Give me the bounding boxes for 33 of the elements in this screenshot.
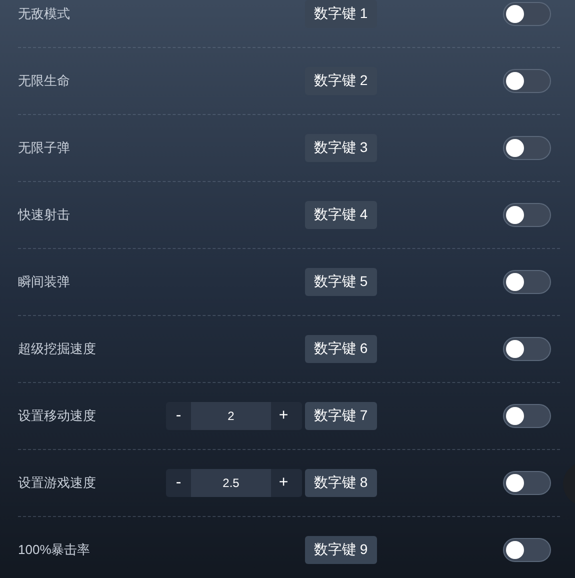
hotkey-badge: 数字键 9 xyxy=(305,536,377,564)
cheat-label: 设置移动速度 xyxy=(18,407,97,425)
cheat-label: 超级挖掘速度 xyxy=(18,340,97,358)
cheat-label: 无限生命 xyxy=(18,72,71,90)
toggle-switch[interactable] xyxy=(503,203,551,227)
decrement-button[interactable]: - xyxy=(166,402,191,430)
increment-button[interactable]: + xyxy=(271,469,296,497)
cheat-label: 快速射击 xyxy=(18,206,71,224)
decrement-button[interactable]: - xyxy=(166,469,191,497)
hotkey-badge: 数字键 2 xyxy=(305,67,377,95)
value-field[interactable]: 2.5 xyxy=(191,469,271,497)
cheat-label: 设置游戏速度 xyxy=(18,474,97,492)
toggle-switch[interactable] xyxy=(503,538,551,562)
toggle-switch[interactable] xyxy=(503,270,551,294)
hotkey-badge: 数字键 3 xyxy=(305,134,377,162)
cheat-label: 无敌模式 xyxy=(18,5,71,23)
cheat-label: 瞬间装弹 xyxy=(18,273,71,291)
hotkey-badge: 数字键 6 xyxy=(305,335,377,363)
cheat-label: 无限子弹 xyxy=(18,139,71,157)
value-field[interactable]: 2 xyxy=(191,402,271,430)
toggle-switch[interactable] xyxy=(503,2,551,26)
hotkey-badge: 数字键 1 xyxy=(305,0,377,28)
hotkey-badge: 数字键 8 xyxy=(305,469,377,497)
toggle-switch[interactable] xyxy=(503,69,551,93)
toggle-switch[interactable] xyxy=(503,471,551,495)
hotkey-badge: 数字键 4 xyxy=(305,201,377,229)
toggle-switch[interactable] xyxy=(503,337,551,361)
hotkey-badge: 数字键 5 xyxy=(305,268,377,296)
toggle-switch[interactable] xyxy=(503,404,551,428)
toggle-switch[interactable] xyxy=(503,136,551,160)
hotkey-badge: 数字键 7 xyxy=(305,402,377,430)
cheat-label: 100%暴击率 xyxy=(18,541,92,559)
increment-button[interactable]: + xyxy=(271,402,296,430)
